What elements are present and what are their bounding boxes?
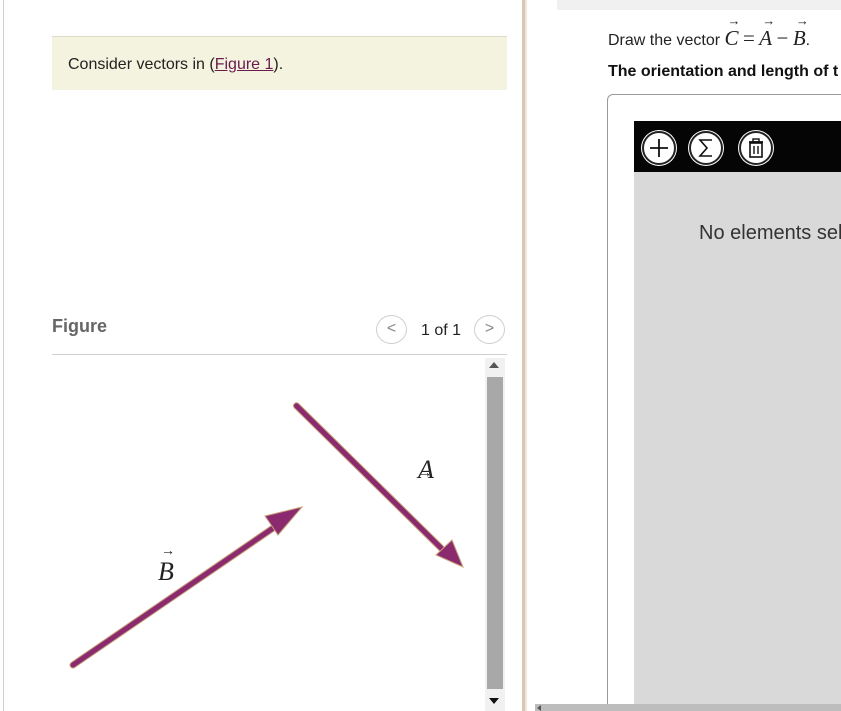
scroll-down-icon[interactable] bbox=[489, 698, 499, 704]
figure-link[interactable]: Figure 1 bbox=[215, 56, 274, 73]
scroll-left-icon[interactable] bbox=[537, 705, 541, 711]
figure-heading: Figure bbox=[52, 316, 108, 336]
answer-pane: Draw the vector C = A − B. The orientati… bbox=[527, 0, 841, 711]
figure-pager: 1 of 1 bbox=[421, 322, 462, 339]
vector-b-symbol: B bbox=[793, 13, 809, 51]
equals-symbol: = bbox=[742, 26, 755, 50]
figure-divider bbox=[52, 354, 507, 355]
chevron-left-icon: < bbox=[386, 320, 397, 337]
trash-icon bbox=[749, 138, 763, 158]
vector-sum-button[interactable] bbox=[689, 131, 723, 165]
prompt-text: Consider vectors in (Figure 1). bbox=[68, 56, 283, 74]
vector-a-arrow bbox=[293, 402, 464, 568]
vector-b-label: B bbox=[158, 557, 174, 586]
minus-symbol: − bbox=[776, 26, 789, 50]
horizontal-scrollbar[interactable] bbox=[535, 704, 841, 711]
drawing-canvas[interactable] bbox=[634, 121, 841, 711]
plus-icon bbox=[650, 139, 668, 157]
question-text: Draw the vector C = A − B. bbox=[608, 13, 811, 51]
previous-figure-button[interactable]: < bbox=[376, 315, 407, 344]
vector-figure: → A → B bbox=[69, 402, 464, 669]
selection-status: No elements sele bbox=[699, 222, 841, 244]
scroll-up-icon[interactable] bbox=[489, 362, 499, 368]
top-strip bbox=[557, 0, 841, 10]
vector-a-label: A bbox=[416, 455, 434, 484]
problem-prompt: Consider vectors in (Figure 1). bbox=[52, 36, 507, 90]
figure-scrollbar-thumb[interactable] bbox=[487, 377, 503, 689]
next-figure-button[interactable]: > bbox=[474, 315, 505, 344]
prompt-prefix: Consider vectors in ( bbox=[68, 56, 215, 73]
prompt-suffix: ). bbox=[273, 56, 284, 73]
question-prefix: Draw the vector bbox=[608, 32, 725, 49]
question-end: . bbox=[805, 32, 811, 49]
vector-b-arrow bbox=[69, 506, 304, 669]
vector-c-symbol: C bbox=[724, 13, 740, 51]
instruction-text: The orientation and length of t bbox=[608, 63, 839, 80]
vector-a-symbol: A bbox=[759, 13, 775, 51]
problem-pane: Consider vectors in (Figure 1). Figure <… bbox=[0, 0, 522, 711]
sigma-icon bbox=[698, 139, 712, 157]
delete-button[interactable] bbox=[739, 131, 773, 165]
chevron-right-icon: > bbox=[484, 320, 495, 337]
add-vector-button[interactable] bbox=[642, 131, 676, 165]
